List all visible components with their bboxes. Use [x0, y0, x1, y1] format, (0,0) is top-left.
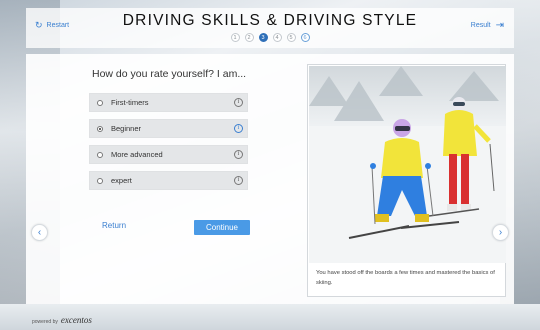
option-label: expert [111, 176, 132, 185]
radio-button[interactable] [97, 99, 103, 106]
step-5[interactable]: 5 [286, 33, 296, 42]
skiing-photo [309, 66, 506, 263]
powered-by: powered by excentos [32, 315, 92, 325]
return-button[interactable]: Return [102, 221, 126, 230]
option-label: More advanced [111, 150, 163, 159]
option-first-timers[interactable]: First-timers i [89, 93, 248, 112]
option-description: You have stood off the boards a few time… [316, 270, 495, 286]
option-more-advanced[interactable]: More advanced i [89, 145, 248, 164]
arrow-right-to-bar-icon: ⇥ [495, 20, 504, 31]
chevron-right-icon: › [498, 227, 503, 238]
info-icon[interactable]: i [234, 176, 243, 185]
info-icon[interactable]: i [234, 150, 243, 159]
step-1[interactable]: 1 [230, 33, 240, 42]
main-panel: How do you rate yourself? I am... First-… [26, 54, 514, 304]
info-icon[interactable]: i [234, 124, 243, 133]
previous-arrow-button[interactable]: ‹ [31, 224, 48, 241]
question-text: How do you rate yourself? I am... [92, 68, 247, 80]
step-4[interactable]: 4 [272, 33, 282, 42]
result-button[interactable]: Result ⇥ [470, 20, 504, 31]
header-bar: ↻ Restart DRIVING SKILLS & DRIVING STYLE… [26, 8, 514, 48]
skiers-illustration [309, 66, 506, 263]
step-2[interactable]: 2 [244, 33, 254, 42]
option-beginner[interactable]: Beginner i [89, 119, 248, 138]
chevron-left-icon: ‹ [37, 227, 42, 238]
page-title: DRIVING SKILLS & DRIVING STYLE [122, 12, 418, 29]
step-indicator: 1 2 3 4 5 6 [26, 33, 514, 42]
radio-button[interactable] [97, 151, 103, 158]
option-label: Beginner [111, 124, 142, 133]
option-label: First-timers [111, 98, 149, 107]
powered-by-label: powered by [32, 319, 58, 325]
result-label: Result [470, 22, 491, 29]
illustration-card: You have stood off the boards a few time… [307, 64, 506, 297]
step-6[interactable]: 6 [300, 33, 310, 42]
excentos-logo[interactable]: excentos [61, 315, 92, 325]
info-icon[interactable]: i [234, 98, 243, 107]
radio-button[interactable] [97, 177, 103, 184]
step-3[interactable]: 3 [258, 33, 268, 42]
next-arrow-button[interactable]: › [492, 224, 509, 241]
option-expert[interactable]: expert i [89, 171, 248, 190]
radio-button-selected[interactable] [97, 125, 103, 132]
continue-button[interactable]: Continue [194, 220, 250, 235]
